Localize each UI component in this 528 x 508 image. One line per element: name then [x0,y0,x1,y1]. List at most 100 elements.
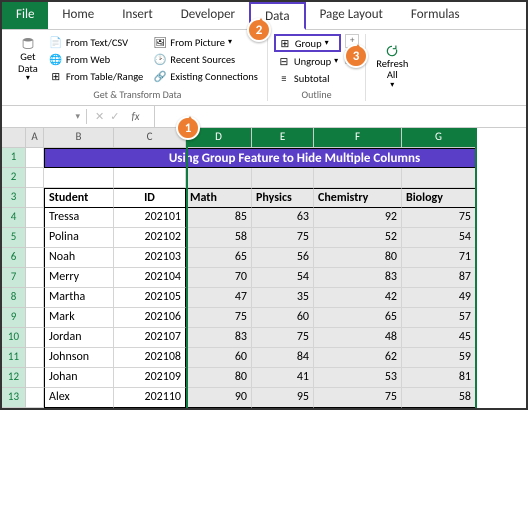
cell-id[interactable]: 202101 [114,208,186,228]
from-text-csv-button[interactable]: 📄From Text/CSV [46,34,146,50]
header-math[interactable]: Math [186,188,252,208]
header-chemistry[interactable]: Chemistry [314,188,402,208]
cell-physics[interactable]: 95 [252,388,314,408]
cell-physics[interactable]: 54 [252,268,314,288]
cell-chemistry[interactable]: 65 [314,308,402,328]
cell-student[interactable]: Mark [44,308,114,328]
row-header-11[interactable]: 11 [2,348,26,368]
col-header-f[interactable]: F [314,128,402,148]
cell-physics[interactable]: 63 [252,208,314,228]
cell-physics[interactable]: 56 [252,248,314,268]
cell-physics[interactable]: 35 [252,288,314,308]
ungroup-button[interactable]: ⊟Ungroup ▾ [274,53,341,69]
cell-biology[interactable]: 71 [402,248,476,268]
refresh-all-button[interactable]: Refresh All ▾ [372,34,412,99]
cell-id[interactable]: 202105 [114,288,186,308]
cell-id[interactable]: 202104 [114,268,186,288]
cell-chemistry[interactable]: 53 [314,368,402,388]
cell-id[interactable]: 202108 [114,348,186,368]
tab-file[interactable]: File [2,2,48,29]
cell-math[interactable]: 60 [186,348,252,368]
row-header-2[interactable]: 2 [2,168,26,188]
cell-biology[interactable]: 58 [402,388,476,408]
cell-math[interactable]: 75 [186,308,252,328]
cell-student[interactable]: Tressa [44,208,114,228]
tab-formulas[interactable]: Formulas [397,2,474,29]
cell-biology[interactable]: 59 [402,348,476,368]
row-header-12[interactable]: 12 [2,368,26,388]
cell-math[interactable]: 83 [186,328,252,348]
row-header-1[interactable]: 1 [2,148,26,168]
cell-biology[interactable]: 57 [402,308,476,328]
cell-student[interactable]: Johan [44,368,114,388]
cell-chemistry[interactable]: 75 [314,388,402,408]
tab-home[interactable]: Home [48,2,108,29]
cell-id[interactable]: 202107 [114,328,186,348]
col-header-a[interactable]: A [26,128,44,148]
cell-biology[interactable]: 87 [402,268,476,288]
select-all-corner[interactable] [2,128,26,148]
col-header-b[interactable]: B [44,128,114,148]
cell-student[interactable]: Jordan [44,328,114,348]
row-header-9[interactable]: 9 [2,308,26,328]
from-table-button[interactable]: ⊞From Table/Range [46,68,146,84]
header-student[interactable]: Student [44,188,114,208]
row-header-3[interactable]: 3 [2,188,26,208]
recent-sources-button[interactable]: 🕑Recent Sources [150,51,261,67]
cell-student[interactable]: Martha [44,288,114,308]
tab-page-layout[interactable]: Page Layout [306,2,397,29]
tab-developer[interactable]: Developer [167,2,249,29]
row-header-13[interactable]: 13 [2,388,26,408]
tab-insert[interactable]: Insert [108,2,167,29]
cell-biology[interactable]: 54 [402,228,476,248]
row-header-5[interactable]: 5 [2,228,26,248]
header-id[interactable]: ID [114,188,186,208]
cell-math[interactable]: 85 [186,208,252,228]
cell-biology[interactable]: 45 [402,328,476,348]
header-physics[interactable]: Physics [252,188,314,208]
cell-student[interactable]: Noah [44,248,114,268]
cell-id[interactable]: 202109 [114,368,186,388]
from-web-button[interactable]: 🌐From Web [46,51,146,67]
cell-physics[interactable]: 84 [252,348,314,368]
cell-physics[interactable]: 75 [252,228,314,248]
cancel-icon[interactable]: ✕ [95,110,104,123]
cell-biology[interactable]: 49 [402,288,476,308]
title-cell[interactable] [44,148,114,168]
existing-connections-button[interactable]: 🔗Existing Connections [150,68,261,84]
row-header-10[interactable]: 10 [2,328,26,348]
cell-chemistry[interactable]: 42 [314,288,402,308]
group-button[interactable]: ⊞Group ▾ [274,34,341,52]
header-biology[interactable]: Biology [402,188,476,208]
cell-math[interactable]: 70 [186,268,252,288]
cell-id[interactable]: 202102 [114,228,186,248]
enter-icon[interactable]: ✓ [110,110,119,123]
cell-student[interactable]: Alex [44,388,114,408]
cell-student[interactable]: Johnson [44,348,114,368]
row-header-4[interactable]: 4 [2,208,26,228]
cell-student[interactable]: Polina [44,228,114,248]
insert-function-button[interactable]: fx [125,110,145,123]
cell-biology[interactable]: 81 [402,368,476,388]
cell-student[interactable]: Merry [44,268,114,288]
cell-chemistry[interactable]: 83 [314,268,402,288]
cell-physics[interactable]: 75 [252,328,314,348]
cell-id[interactable]: 202106 [114,308,186,328]
from-picture-button[interactable]: 🖼From Picture ▾ [150,34,261,50]
row-header-8[interactable]: 8 [2,288,26,308]
cell-id[interactable]: 202110 [114,388,186,408]
cell-math[interactable]: 47 [186,288,252,308]
get-data-button[interactable]: Get Data ▾ [14,34,42,86]
name-box[interactable]: ▾ [2,109,87,124]
cell-chemistry[interactable]: 80 [314,248,402,268]
subtotal-button[interactable]: ≡Subtotal [274,70,341,86]
row-header-6[interactable]: 6 [2,248,26,268]
cell-physics[interactable]: 41 [252,368,314,388]
row-header-7[interactable]: 7 [2,268,26,288]
cell-chemistry[interactable]: 92 [314,208,402,228]
title-cell[interactable]: Using Group Feature to Hide Multiple Col… [114,148,476,168]
cell-math[interactable]: 80 [186,368,252,388]
col-header-g[interactable]: G [402,128,476,148]
cell-id[interactable]: 202103 [114,248,186,268]
cell[interactable] [26,148,44,168]
